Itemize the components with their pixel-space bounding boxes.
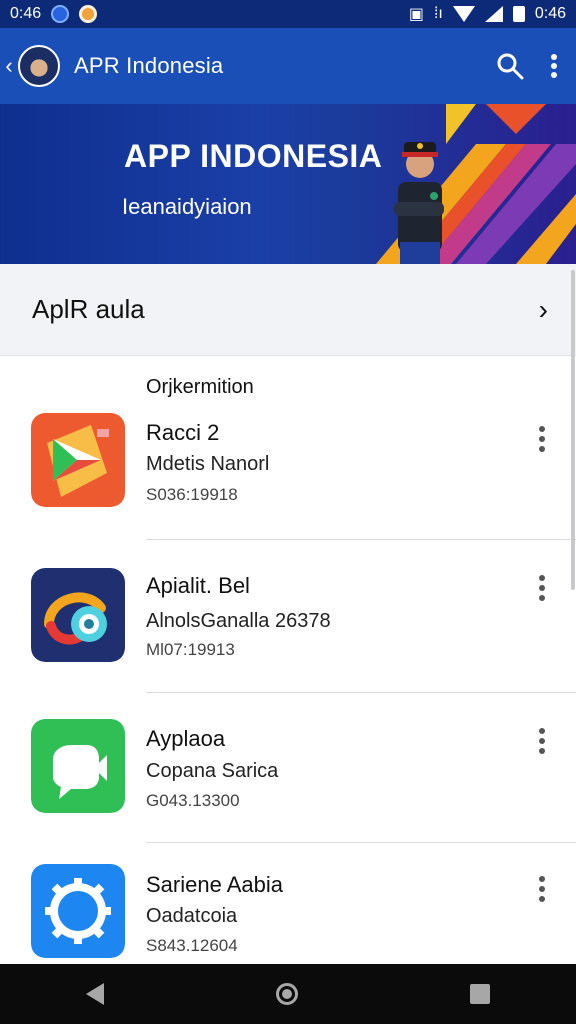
divider: [146, 842, 576, 843]
app-list-item[interactable]: Racci 2 Mdetis Nanorl S036:19918: [0, 400, 576, 540]
app-list-item[interactable]: Ayplaoa Copana Sarica G043.13300: [0, 706, 576, 846]
app-meta: Ml07:19913: [146, 640, 235, 659]
battery-icon: [512, 6, 525, 22]
more-vert-icon[interactable]: [530, 573, 554, 603]
chevron-right-icon[interactable]: ›: [539, 294, 548, 326]
scrollbar-thumb[interactable]: [571, 270, 575, 590]
section-title: AplR aula: [32, 294, 145, 324]
wifi-icon: [452, 6, 475, 22]
vibrate-icon: ▣: [408, 6, 424, 23]
app-name: Sariene Aabia: [146, 872, 283, 897]
app-meta: S843.12604: [146, 936, 238, 955]
status-time: 0:46: [10, 5, 42, 22]
app-name: Ayplaoa: [146, 726, 226, 751]
play-store-icon: [31, 413, 125, 507]
nav-back-icon[interactable]: [86, 983, 104, 1005]
divider: [146, 539, 576, 540]
nav-home-icon[interactable]: [276, 983, 298, 1005]
system-nav-bar: [0, 964, 576, 1024]
app-description: Mdetis Nanorl: [146, 453, 270, 475]
app-meta: G043.13300: [146, 791, 240, 810]
hero-banner: APP INDONESIA Ieanaidyiaion: [0, 104, 576, 264]
more-vert-icon[interactable]: [550, 53, 558, 79]
data-icon: ⁞ı: [433, 5, 443, 22]
nav-recents-icon[interactable]: [470, 984, 490, 1004]
app-description: AlnolsGanalla 26378: [146, 610, 331, 632]
list-caption: Orjkermition: [146, 376, 254, 398]
eye-swirl-icon: [31, 568, 125, 662]
status-bar: 0:46 ▣ ⁞ı 0:46: [0, 0, 576, 28]
more-vert-icon[interactable]: [530, 726, 554, 756]
app-list-item[interactable]: Apialit. Bel AlnolsGanalla 26378 Ml07:19…: [0, 555, 576, 695]
app-meta: S036:19918: [146, 485, 238, 504]
status-clock-right: 0:46: [534, 5, 566, 22]
signal-icon: [484, 6, 503, 22]
notification-app-icon: [51, 5, 70, 23]
app-description: Copana Sarica: [146, 760, 279, 782]
avatar[interactable]: [18, 45, 60, 87]
search-icon[interactable]: [496, 52, 524, 80]
app-bar: ‹ APR Indonesia: [0, 28, 576, 104]
gear-icon: [31, 864, 125, 958]
back-icon[interactable]: ‹: [2, 53, 16, 79]
banner-subtitle: Ieanaidyiaion: [122, 194, 252, 219]
divider: [146, 692, 576, 693]
video-camera-icon: [31, 719, 125, 813]
app-description: Oadatcoia: [146, 905, 238, 927]
notification-app-icon-2: [79, 5, 98, 23]
mascot-officer-image: [394, 142, 444, 264]
banner-title: APP INDONESIA: [124, 138, 383, 174]
app-name: Racci 2: [146, 420, 220, 445]
app-title: APR Indonesia: [74, 53, 224, 78]
more-vert-icon[interactable]: [530, 874, 554, 904]
app-name: Apialit. Bel: [146, 573, 250, 598]
more-vert-icon[interactable]: [530, 424, 554, 454]
section-header-row[interactable]: AplR aula ›: [0, 264, 576, 356]
